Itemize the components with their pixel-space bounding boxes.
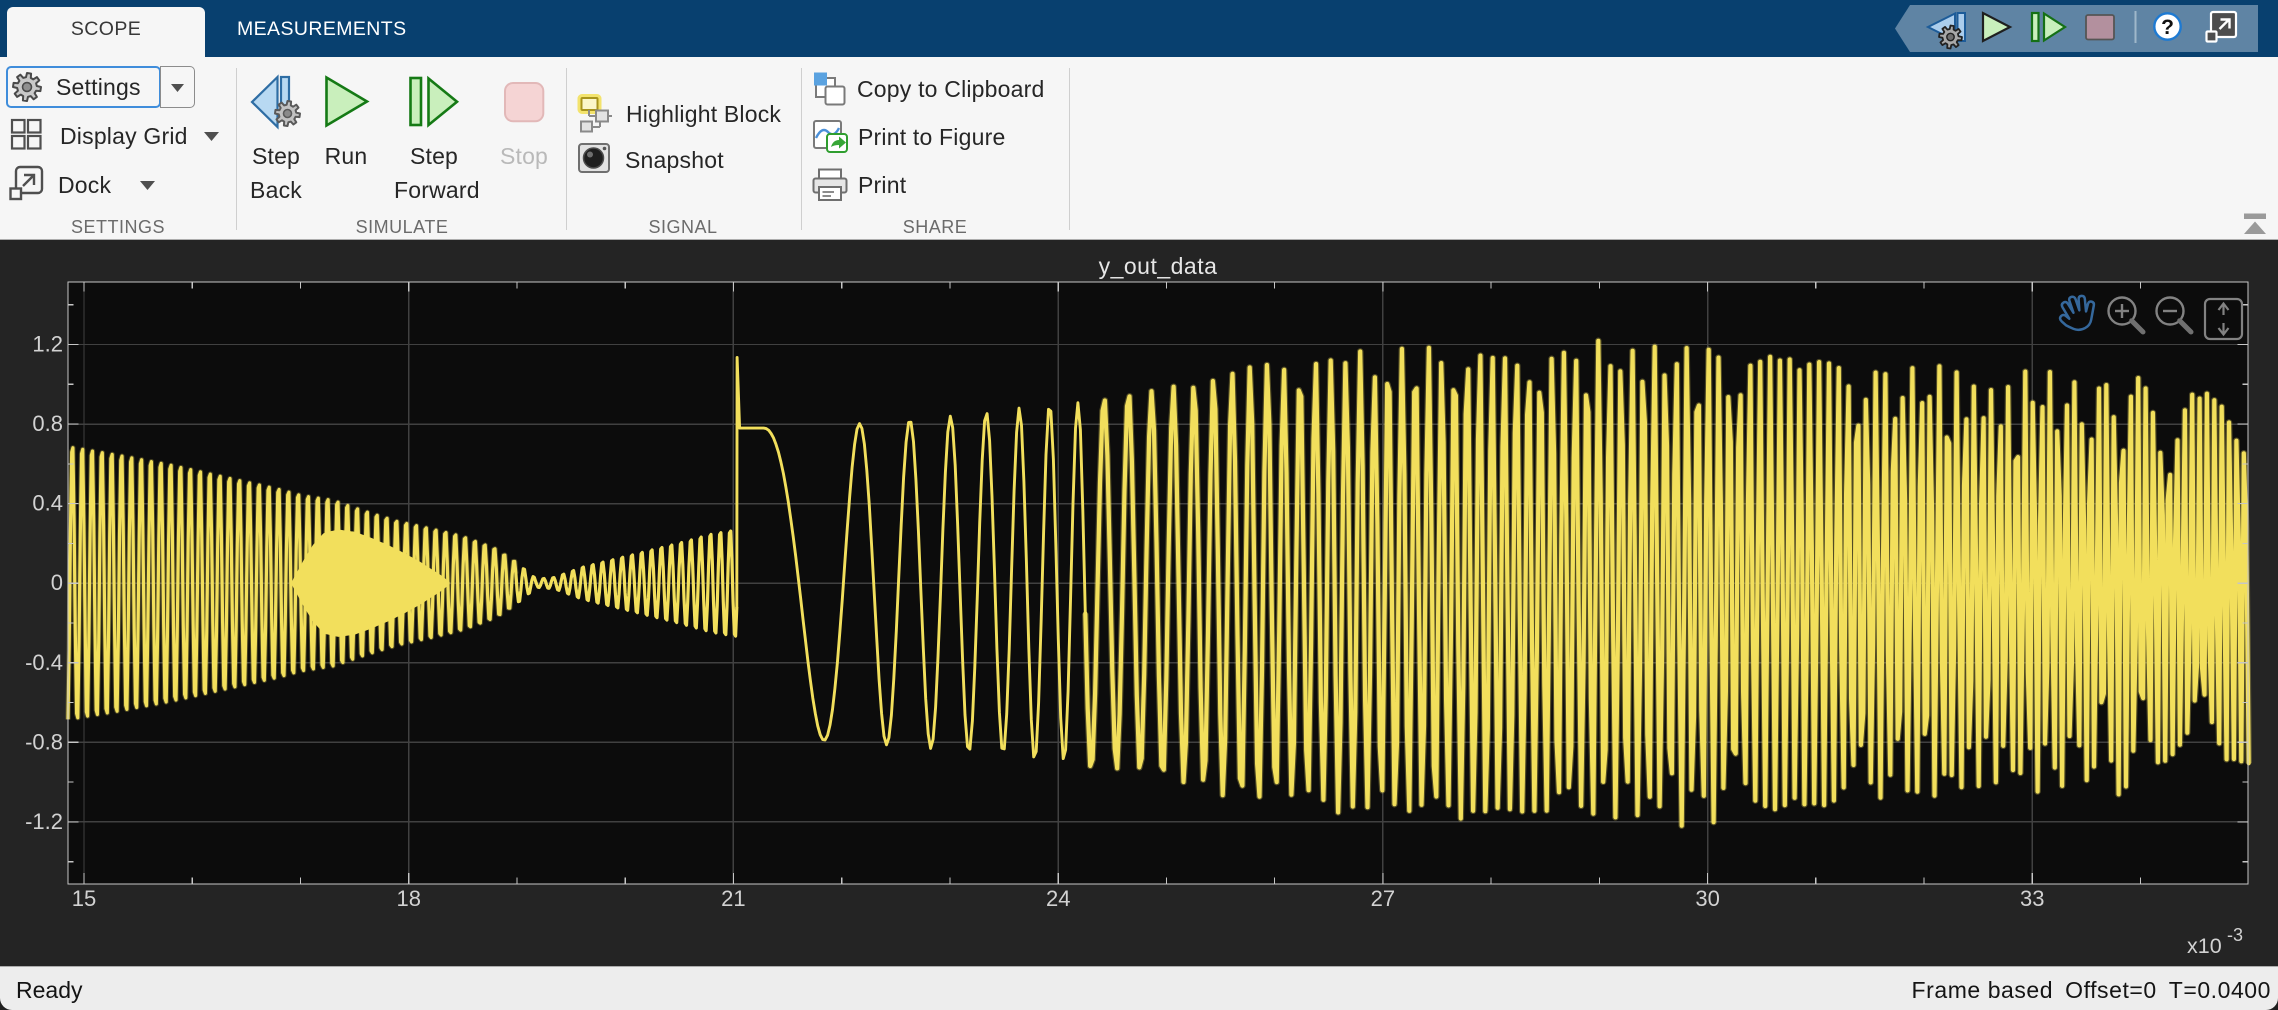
svg-text:15: 15 (72, 886, 96, 911)
svg-text:18: 18 (396, 886, 420, 911)
svg-text:0: 0 (51, 570, 63, 595)
svg-text:y_out_data: y_out_data (1099, 253, 1218, 279)
svg-text:27: 27 (1371, 886, 1395, 911)
svg-text:33: 33 (2020, 886, 2044, 911)
svg-text:x10: x10 (2187, 934, 2222, 958)
svg-text:-3: -3 (2227, 925, 2243, 945)
svg-text:-0.8: -0.8 (25, 729, 63, 754)
svg-text:0.4: 0.4 (32, 491, 63, 516)
svg-text:0.8: 0.8 (32, 411, 63, 436)
svg-text:1.2: 1.2 (32, 332, 63, 357)
svg-text:-0.4: -0.4 (25, 650, 63, 675)
svg-text:21: 21 (721, 886, 745, 911)
svg-text:24: 24 (1046, 886, 1070, 911)
svg-text:?: ? (2161, 16, 2174, 39)
svg-text:30: 30 (1695, 886, 1719, 911)
svg-text:-1.2: -1.2 (25, 809, 63, 834)
